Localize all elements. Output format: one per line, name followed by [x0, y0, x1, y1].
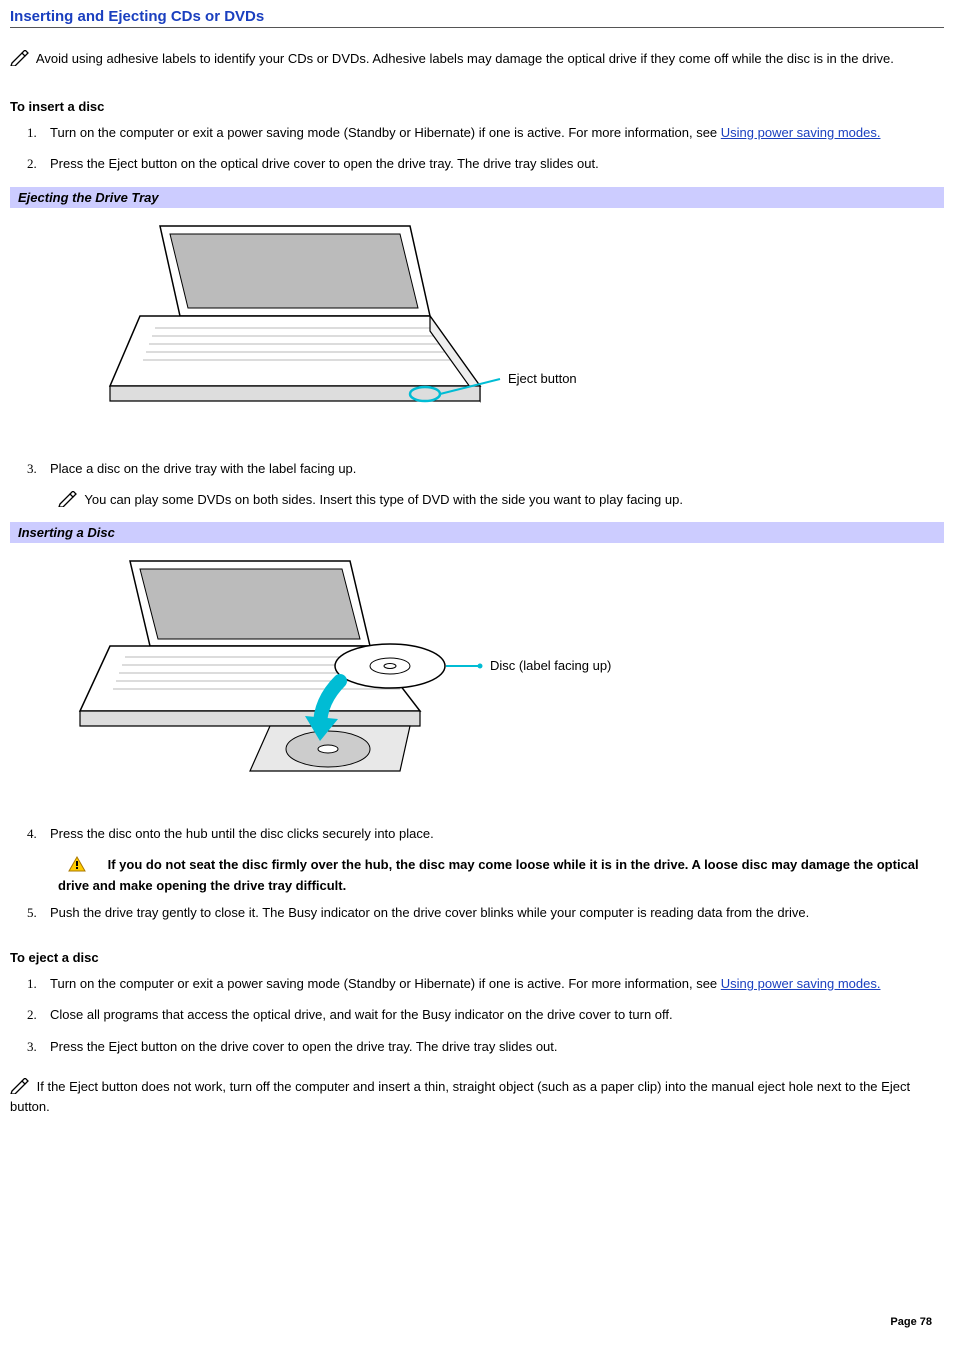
link-power-saving-2[interactable]: Using power saving modes.	[721, 976, 881, 991]
eject-step-3: Press the Eject button on the drive cove…	[40, 1038, 944, 1056]
bottom-note: If the Eject button does not work, turn …	[10, 1078, 944, 1116]
step4-warning: If you do not seat the disc firmly over …	[58, 856, 944, 894]
figure-1: Eject button	[10, 208, 944, 454]
eject-step-1: Turn on the computer or exit a power sav…	[40, 975, 944, 993]
step3-note: You can play some DVDs on both sides. In…	[58, 491, 944, 512]
figure-1-caption: Ejecting the Drive Tray	[10, 187, 944, 208]
fig2-label: Disc (label facing up)	[490, 658, 611, 673]
page-title: Inserting and Ejecting CDs or DVDs	[10, 8, 944, 28]
pencil-note-icon	[58, 491, 78, 512]
insert-step-3: Place a disc on the drive tray with the …	[40, 460, 944, 478]
insert-heading: To insert a disc	[10, 99, 944, 114]
eject-step-1-text: Turn on the computer or exit a power sav…	[50, 976, 721, 991]
insert-step-4: Press the disc onto the hub until the di…	[40, 825, 944, 843]
eject-step-2: Close all programs that access the optic…	[40, 1006, 944, 1024]
figure-2: Disc (label facing up)	[10, 543, 944, 819]
pencil-note-icon	[10, 1078, 30, 1099]
warning-icon	[68, 856, 86, 877]
pencil-note-icon	[10, 50, 30, 71]
step4-warning-text: If you do not seat the disc firmly over …	[58, 857, 919, 893]
top-note-text: Avoid using adhesive labels to identify …	[36, 51, 894, 66]
insert-step-1-text: Turn on the computer or exit a power sav…	[50, 125, 721, 140]
insert-step-2: Press the Eject button on the optical dr…	[40, 155, 944, 173]
insert-step-5: Push the drive tray gently to close it. …	[40, 904, 944, 922]
page-number: Page 78	[890, 1316, 932, 1328]
bottom-note-text: If the Eject button does not work, turn …	[10, 1079, 910, 1115]
top-note: Avoid using adhesive labels to identify …	[10, 50, 944, 71]
step3-note-text: You can play some DVDs on both sides. In…	[84, 492, 683, 507]
fig1-label: Eject button	[508, 371, 577, 386]
figure-2-caption: Inserting a Disc	[10, 522, 944, 543]
eject-heading: To eject a disc	[10, 950, 944, 965]
insert-step-1: Turn on the computer or exit a power sav…	[40, 124, 944, 142]
link-power-saving-1[interactable]: Using power saving modes.	[721, 125, 881, 140]
